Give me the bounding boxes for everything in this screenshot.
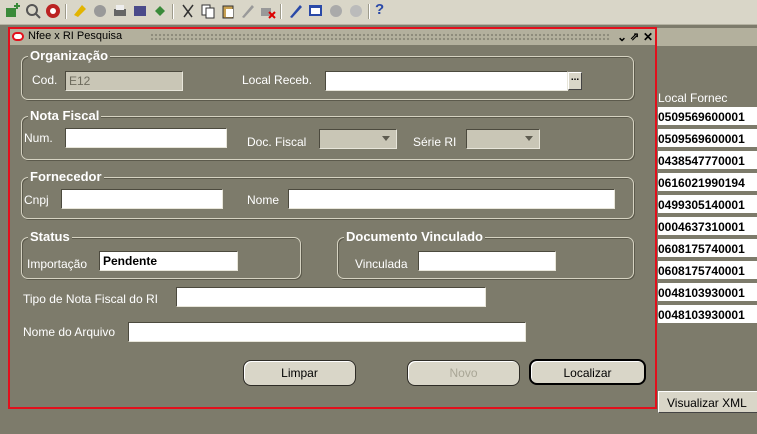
minimize-icon[interactable]: ⌄ <box>617 30 627 44</box>
next-step-icon[interactable] <box>92 3 108 19</box>
table-row[interactable]: 0509569600001 <box>658 129 757 149</box>
table-row[interactable]: 0608175740001 <box>658 239 757 259</box>
limpar-button[interactable]: Limpar <box>243 360 356 386</box>
maximize-icon[interactable]: ⇗ <box>630 30 639 43</box>
status-group-title: Status <box>28 229 72 244</box>
doc-fiscal-label: Doc. Fiscal <box>247 135 307 149</box>
dialog-titlebar[interactable]: Nfee x RI Pesquisa ⌄ ⇗ ✕ <box>10 29 655 45</box>
pesquisa-dialog: Nfee x RI Pesquisa ⌄ ⇗ ✕ Organização Cod… <box>8 27 657 409</box>
table-row[interactable]: 0048103930001 <box>658 283 757 303</box>
close-form-icon[interactable] <box>132 3 148 19</box>
table-row[interactable]: 0616021990194 <box>658 173 757 193</box>
tipo-nota-label: Tipo de Nota Fiscal do RI <box>23 292 158 306</box>
folder-icon[interactable] <box>348 3 364 19</box>
toolbar: ? <box>0 0 757 25</box>
vinculada-field[interactable] <box>418 251 556 271</box>
fornecedor-group-title: Fornecedor <box>28 169 104 184</box>
navigator-icon[interactable] <box>45 3 61 19</box>
table-row[interactable]: 0499305140001 <box>658 195 757 215</box>
importacao-label: Importação <box>27 257 88 271</box>
paste-icon[interactable] <box>220 3 236 19</box>
dialog-title: Nfee x RI Pesquisa <box>28 30 123 42</box>
nome-arquivo-label: Nome do Arquivo <box>23 325 116 339</box>
organizacao-group-title: Organização <box>28 48 111 63</box>
background-window-titlebar <box>640 28 757 46</box>
nome-arquivo-field[interactable] <box>128 322 526 342</box>
save-icon[interactable] <box>72 3 88 19</box>
attachments-icon[interactable] <box>152 3 168 19</box>
titlebar-grip-pattern <box>150 33 610 41</box>
num-label: Num. <box>24 131 53 145</box>
delete-record-icon[interactable] <box>260 3 276 19</box>
column-header-local-fornec: Local Fornec <box>658 91 728 105</box>
help-icon[interactable]: ? <box>375 1 384 18</box>
nota-fiscal-group-title: Nota Fiscal <box>28 108 102 123</box>
copy-icon[interactable] <box>200 3 216 19</box>
oracle-logo-icon <box>12 32 24 41</box>
translations-icon[interactable] <box>328 3 344 19</box>
print-icon[interactable] <box>112 3 128 19</box>
local-receb-lov-button[interactable]: ... <box>568 72 582 90</box>
novo-button[interactable]: Novo <box>407 360 520 386</box>
num-field[interactable] <box>65 128 227 148</box>
cnpj-label: Cnpj <box>24 193 49 207</box>
cnpj-field[interactable] <box>61 189 223 209</box>
chevron-down-icon <box>525 136 533 141</box>
edit-field-icon[interactable] <box>288 3 304 19</box>
localizar-button[interactable]: Localizar <box>529 359 646 385</box>
find-icon[interactable] <box>25 3 41 19</box>
close-icon[interactable]: ✕ <box>643 30 653 44</box>
table-row[interactable]: 0509569600001 <box>658 107 757 127</box>
visualizar-xml-button[interactable]: Visualizar XML <box>658 391 757 413</box>
table-row[interactable]: 0004637310001 <box>658 217 757 237</box>
chevron-down-icon <box>382 136 390 141</box>
serie-ri-select[interactable] <box>466 129 540 149</box>
cod-label: Cod. <box>32 73 58 87</box>
table-row[interactable]: 0438547770001 <box>658 151 757 171</box>
tipo-nota-field[interactable] <box>176 287 486 307</box>
local-receb-field[interactable] <box>325 71 568 91</box>
doc-fiscal-select[interactable] <box>319 129 397 149</box>
cod-field[interactable]: E12 <box>65 71 183 91</box>
zoom-icon[interactable] <box>308 3 324 19</box>
serie-ri-label: Série RI <box>413 135 457 149</box>
cut-icon[interactable] <box>180 3 196 19</box>
table-row[interactable]: 0608175740001 <box>658 261 757 281</box>
nome-label: Nome <box>247 193 280 207</box>
background-window: Local Fornec 0509569600001 0509569600001… <box>640 24 757 434</box>
new-record-icon[interactable] <box>5 3 21 19</box>
nome-field[interactable] <box>288 189 615 209</box>
vinculada-label: Vinculada <box>355 257 408 271</box>
table-row[interactable]: 0048103930001 <box>658 305 757 325</box>
local-receb-label: Local Receb. <box>242 73 313 87</box>
clear-record-icon[interactable] <box>240 3 256 19</box>
documento-vinculado-group-title: Documento Vinculado <box>344 229 485 244</box>
importacao-field[interactable]: Pendente <box>99 251 238 271</box>
